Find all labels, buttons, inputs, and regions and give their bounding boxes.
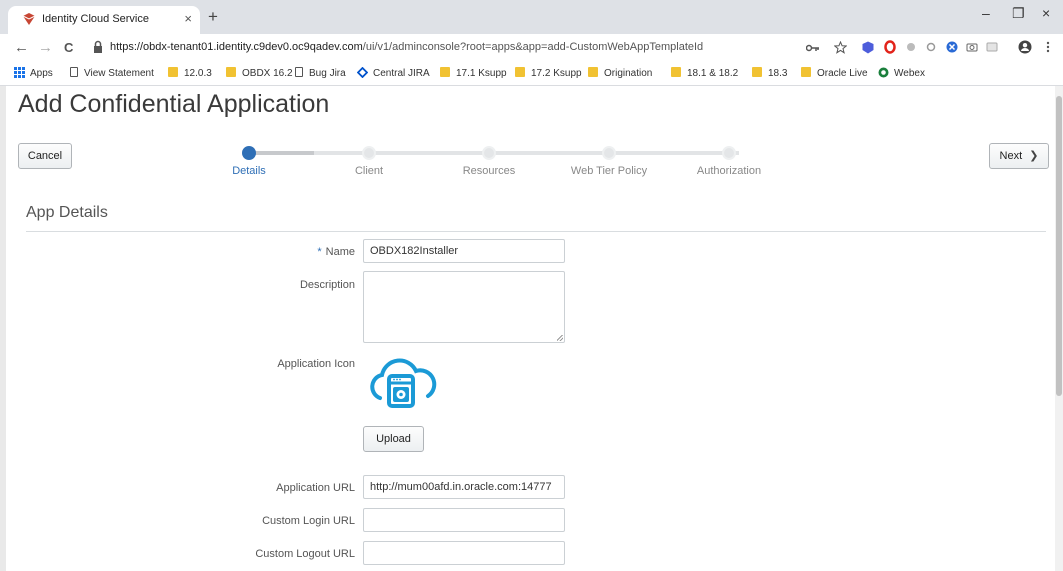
extension-blue-icon[interactable] (946, 41, 958, 53)
window-close-button[interactable]: × (1042, 5, 1050, 21)
folder-icon (226, 67, 236, 77)
folder-icon (671, 67, 681, 77)
custom-login-url-input[interactable] (363, 508, 565, 532)
extension-shield-icon[interactable] (862, 41, 874, 54)
application-icon-label: Application Icon (277, 358, 355, 370)
step-authorization-label[interactable]: Authorization (697, 165, 761, 177)
next-button[interactable]: Next ❯ (989, 143, 1049, 169)
cancel-button[interactable]: Cancel (18, 143, 72, 169)
bookmark-18-1-18-2[interactable]: 18.1 & 18.2 (671, 67, 738, 79)
folder-icon (515, 67, 525, 77)
browser-tab[interactable]: Identity Cloud Service × (8, 6, 200, 34)
step-details-label[interactable]: Details (232, 165, 266, 177)
page-content: Add Confidential Application Cancel Next… (0, 86, 1055, 571)
step-details-dot[interactable] (242, 146, 256, 160)
description-label: Description (299, 279, 355, 291)
name-label: * Name (317, 246, 355, 258)
bookmark-17-1-ksupp[interactable]: 17.1 Ksupp (440, 67, 507, 79)
new-tab-button[interactable]: + (208, 7, 218, 27)
application-url-input[interactable]: http://mum00afd.in.oracle.com:14777 (363, 475, 565, 499)
webex-icon (878, 67, 889, 78)
step-resources-dot[interactable] (482, 146, 496, 160)
profile-avatar-icon[interactable] (1018, 40, 1032, 54)
key-icon[interactable] (806, 44, 820, 52)
window-minimize-button[interactable]: – (982, 5, 990, 21)
folder-icon (801, 67, 811, 77)
name-input[interactable]: OBDX182Installer (363, 239, 565, 263)
upload-button[interactable]: Upload (363, 426, 424, 452)
train-remaining-line (314, 151, 739, 155)
folder-icon (752, 67, 762, 77)
jira-icon (356, 66, 369, 79)
bookmark-apps[interactable]: Apps (14, 67, 53, 79)
page-icon (70, 67, 78, 77)
bookmark-oracle-live[interactable]: Oracle Live (801, 67, 868, 79)
folder-icon (588, 67, 598, 77)
tab-close-icon[interactable]: × (184, 11, 192, 26)
chevron-right-icon: ❯ (1029, 150, 1039, 162)
application-url-label: Application URL (276, 482, 355, 494)
back-button[interactable]: ← (14, 39, 29, 56)
extension-box-icon[interactable] (986, 41, 998, 53)
bookmark-18-3[interactable]: 18.3 (752, 67, 787, 79)
folder-icon (168, 67, 178, 77)
reload-button[interactable]: C (64, 40, 73, 55)
bookmark-view-statement[interactable]: View Statement (70, 67, 154, 79)
bookmark-12-0-3[interactable]: 12.0.3 (168, 67, 212, 79)
browser-menu-icon[interactable] (1046, 41, 1050, 53)
apps-grid-icon (14, 67, 25, 78)
extension-ring-icon[interactable] (926, 42, 936, 52)
bookmarks-bar: Apps View Statement 12.0.3 OBDX 16.2 Bug… (0, 62, 1063, 86)
train-progress-line (254, 151, 314, 155)
forward-button[interactable]: → (38, 39, 53, 56)
step-client-dot[interactable] (362, 146, 376, 160)
tab-title: Identity Cloud Service (42, 13, 149, 25)
star-bookmark-icon[interactable] (834, 41, 847, 54)
scrollbar-thumb[interactable] (1056, 96, 1062, 396)
url-text: https://obdx-tenant01.identity.c9dev0.oc… (110, 41, 704, 53)
section-title-app-details: App Details (26, 204, 108, 221)
bookmark-central-jira[interactable]: Central JIRA (356, 66, 430, 79)
bookmark-bug-jira[interactable]: Bug Jira (295, 67, 346, 79)
bookmark-obdx-16-2[interactable]: OBDX 16.2 (226, 67, 293, 79)
step-web-tier-policy-label[interactable]: Web Tier Policy (571, 165, 647, 177)
step-web-tier-policy-dot[interactable] (602, 146, 616, 160)
extension-circle-icon[interactable] (906, 42, 916, 52)
page-icon (295, 67, 303, 77)
opera-icon[interactable] (884, 40, 896, 54)
next-label: Next (999, 150, 1023, 162)
camera-icon[interactable] (966, 41, 978, 53)
bookmark-origination[interactable]: Origination (588, 67, 652, 79)
page-title: Add Confidential Application (18, 90, 330, 118)
lock-icon (94, 40, 102, 53)
required-marker: * (317, 246, 322, 258)
bookmark-17-2-ksupp[interactable]: 17.2 Ksupp (515, 67, 582, 79)
step-client-label[interactable]: Client (355, 165, 383, 177)
custom-login-url-label: Custom Login URL (262, 515, 355, 527)
browser-tab-bar: Identity Cloud Service × + – ❐ × (0, 0, 1063, 34)
step-resources-label[interactable]: Resources (463, 165, 516, 177)
oracle-favicon-icon (22, 13, 36, 25)
window-restore-button[interactable]: ❐ (1012, 5, 1025, 22)
resize-handle-icon[interactable] (557, 335, 563, 341)
page-scrollbar[interactable] (1055, 86, 1063, 571)
step-authorization-dot[interactable] (722, 146, 736, 160)
browser-toolbar: ← → C https://obdx-tenant01.identity.c9d… (0, 34, 1063, 62)
description-textarea[interactable] (363, 271, 565, 343)
address-bar[interactable]: https://obdx-tenant01.identity.c9dev0.oc… (92, 36, 1012, 60)
bookmark-webex[interactable]: Webex (878, 67, 925, 79)
section-divider (26, 231, 1046, 232)
custom-logout-url-input[interactable] (363, 541, 565, 565)
custom-logout-url-label: Custom Logout URL (255, 548, 355, 560)
cloud-application-icon (370, 358, 437, 408)
folder-icon (440, 67, 450, 77)
